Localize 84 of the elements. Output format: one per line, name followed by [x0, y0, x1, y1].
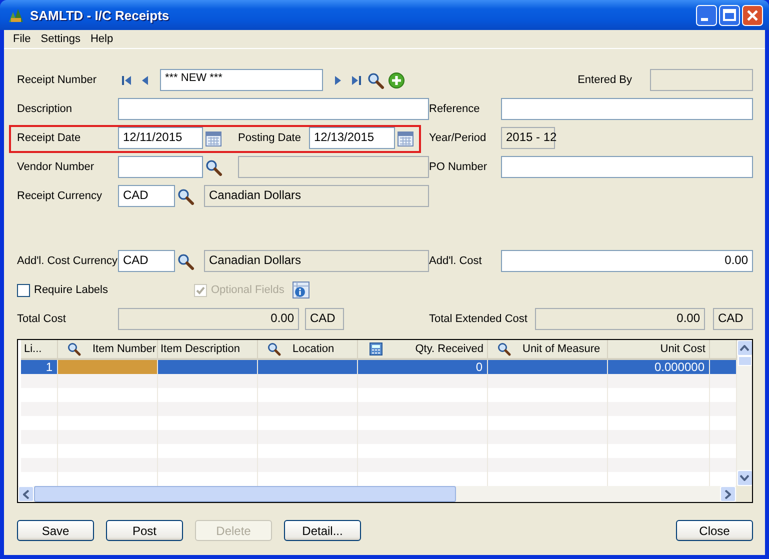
button: Delete: [195, 520, 272, 541]
field-label: Total Cost: [17, 313, 67, 325]
checkbox[interactable]: [17, 284, 30, 296]
button[interactable]: Post: [106, 520, 183, 541]
field-label: Add'l. Cost: [429, 255, 483, 267]
field-label: Total Extended Cost: [429, 313, 528, 325]
input-field[interactable]: *** NEW ***: [160, 69, 323, 91]
table-cell: [709, 430, 736, 444]
checkbox-label: Require Labels: [34, 284, 108, 296]
calculator-icon: [368, 342, 382, 356]
table-cell: 0.000000: [607, 359, 709, 374]
column-header[interactable]: Item Description: [157, 340, 257, 359]
calendar-icon[interactable]: [205, 130, 222, 146]
input-field[interactable]: 0.00: [501, 250, 753, 272]
horizontal-scrollbar[interactable]: [18, 486, 752, 502]
table-cell: [21, 430, 57, 444]
search-icon: [496, 342, 510, 356]
table-cell: [21, 374, 57, 388]
table-cell: [21, 402, 57, 416]
column-header[interactable]: Unit of Measure: [487, 340, 607, 359]
field-label: Posting Date: [238, 132, 301, 144]
input-field[interactable]: [501, 98, 753, 120]
checkbox-label: Optional Fields: [211, 284, 284, 296]
input-field[interactable]: 12/13/2015: [308, 127, 395, 149]
field-label: Receipt Date: [17, 132, 82, 144]
table-cell: [709, 359, 736, 374]
button[interactable]: Detail...: [284, 520, 361, 541]
calendar-icon[interactable]: [396, 130, 414, 146]
menu-item[interactable]: Settings: [36, 33, 86, 45]
field-label: Vendor Number: [17, 161, 96, 173]
scrollbar-thumb[interactable]: [34, 486, 456, 502]
maximize-button[interactable]: [719, 4, 740, 26]
column-header[interactable]: Qty. Received: [357, 340, 487, 359]
table-cell: [21, 458, 57, 472]
table-cell: 0: [357, 359, 487, 374]
input-field[interactable]: 12/11/2015: [118, 127, 203, 149]
field-label: Receipt Currency: [17, 190, 103, 202]
close-button[interactable]: Close: [676, 520, 753, 541]
readonly-field: Canadian Dollars: [204, 250, 429, 272]
field-label: Description: [17, 103, 74, 115]
field-label: PO Number: [429, 161, 488, 173]
search-icon: [266, 342, 280, 356]
input-field[interactable]: [118, 98, 429, 120]
table-cell: [709, 374, 736, 388]
search-icon[interactable]: [367, 72, 384, 88]
table-cell: [709, 458, 736, 472]
search-icon[interactable]: [177, 252, 194, 270]
add-icon[interactable]: [388, 72, 405, 88]
readonly-field: CAD: [305, 308, 344, 330]
input-field[interactable]: [118, 156, 203, 178]
input-field[interactable]: CAD: [118, 185, 175, 207]
column-header[interactable]: Li...: [21, 340, 57, 359]
window-title: SAMLTD - I/C Receipts: [30, 8, 170, 22]
readonly-field: 0.00: [535, 308, 705, 330]
close-button[interactable]: [742, 4, 763, 26]
readonly-field: Canadian Dollars: [204, 185, 429, 207]
field-label: Year/Period: [429, 132, 488, 144]
field-label: Reference: [429, 103, 481, 115]
column-header[interactable]: Item Number: [57, 340, 157, 359]
readonly-field: 0.00: [118, 308, 299, 330]
menu-item[interactable]: Help: [85, 33, 118, 45]
search-icon[interactable]: [177, 188, 194, 204]
input-field[interactable]: [501, 156, 753, 178]
field-label: Entered By: [578, 74, 632, 86]
table-cell: 1: [21, 359, 57, 374]
input-field[interactable]: CAD: [118, 250, 175, 272]
last-record-icon[interactable]: [349, 73, 363, 87]
field-label: Receipt Number: [17, 74, 98, 86]
column-header[interactable]: Location: [257, 340, 357, 359]
vertical-scrollbar[interactable]: [736, 340, 752, 486]
app-icon: [8, 7, 24, 23]
readonly-field: CAD: [713, 308, 753, 330]
search-icon: [66, 342, 80, 356]
button[interactable]: Save: [17, 520, 94, 541]
scroll-corner: [736, 486, 752, 502]
field-label: Add'l. Cost Currency: [17, 255, 118, 267]
table-cell: [709, 402, 736, 416]
first-record-icon[interactable]: [120, 73, 134, 87]
search-icon[interactable]: [205, 158, 222, 176]
readonly-field: 2015 - 12: [501, 127, 555, 149]
info-icon[interactable]: [292, 281, 310, 299]
column-header[interactable]: Unit Cost: [607, 340, 709, 359]
menu-item[interactable]: File: [8, 33, 36, 45]
minimize-button[interactable]: [696, 4, 717, 26]
